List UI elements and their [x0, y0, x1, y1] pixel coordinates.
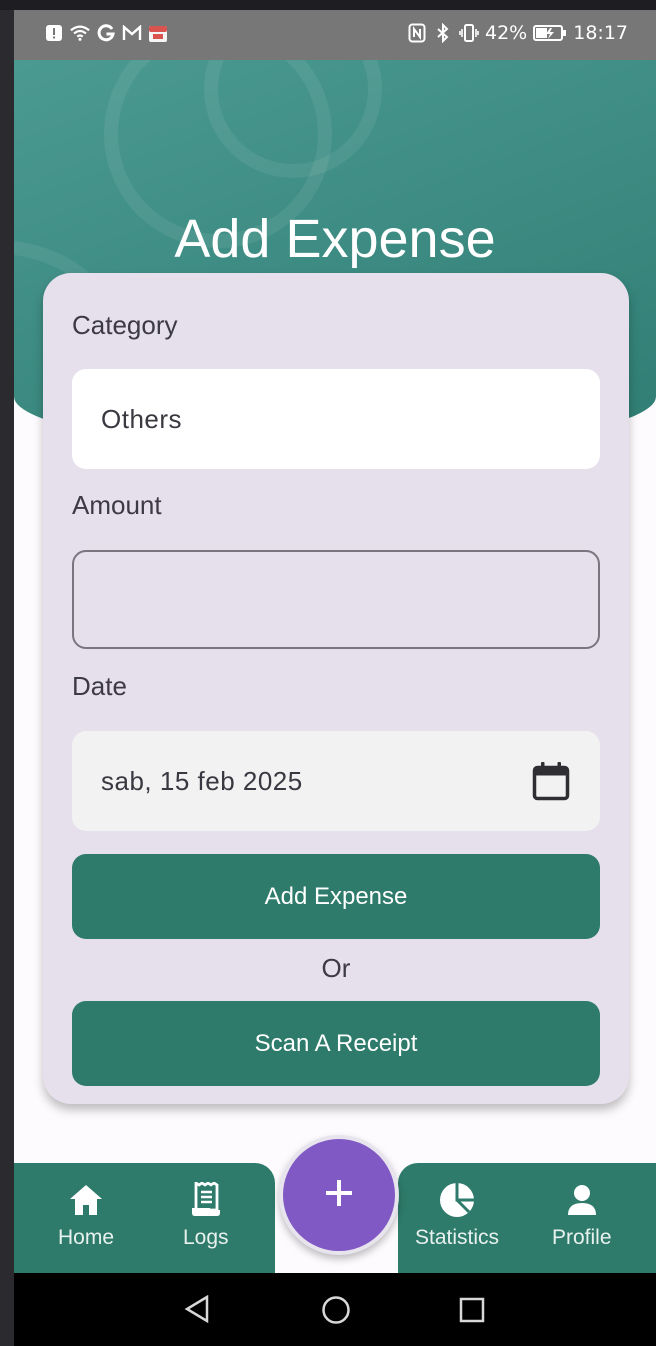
nav-profile-label: Profile: [552, 1226, 612, 1249]
battery-percent: 42%: [485, 22, 528, 44]
google-icon: [96, 22, 116, 44]
gmail-icon: [122, 22, 142, 44]
nav-statistics-label: Statistics: [415, 1226, 500, 1249]
date-value: sab, 15 feb 2025: [101, 765, 303, 796]
receipt-icon: [190, 1180, 222, 1220]
amount-label: Amount: [72, 490, 162, 520]
back-icon[interactable]: [184, 1294, 210, 1327]
battery-icon: [533, 22, 567, 44]
status-icons-right: 42% 18:17: [407, 22, 628, 44]
app-screen: 42% 18:17 Add Expense Category Others Am…: [14, 10, 656, 1346]
status-icons-left: [44, 22, 168, 44]
category-dropdown[interactable]: Others: [72, 369, 600, 469]
system-navigation-bar: [14, 1273, 656, 1346]
nav-statistics[interactable]: Statistics: [415, 1180, 499, 1250]
calendar-app-icon: [148, 22, 168, 44]
nav-home[interactable]: Home: [58, 1180, 114, 1250]
wifi-icon: [70, 22, 90, 44]
expense-form-card: Category Others Amount Date sab, 15 feb …: [43, 273, 629, 1104]
status-bar: 42% 18:17: [14, 10, 656, 60]
nav-profile[interactable]: Profile: [552, 1180, 612, 1250]
category-label: Category: [72, 310, 178, 340]
add-fab-button[interactable]: [279, 1135, 399, 1255]
category-value: Others: [101, 403, 183, 434]
pie-chart-icon: [439, 1180, 475, 1220]
person-icon: [567, 1180, 597, 1220]
home-icon: [69, 1180, 103, 1220]
home-circle-icon[interactable]: [321, 1295, 351, 1329]
page-title: Add Expense: [174, 209, 496, 269]
calendar-icon[interactable]: [532, 761, 570, 808]
amount-input[interactable]: [72, 550, 600, 649]
date-label: Date: [72, 671, 127, 701]
add-expense-button[interactable]: Add Expense: [72, 854, 600, 939]
vibrate-icon: [459, 22, 479, 44]
scan-receipt-button[interactable]: Scan A Receipt: [72, 1001, 600, 1086]
date-picker-field[interactable]: sab, 15 feb 2025: [72, 731, 600, 831]
or-separator: Or: [321, 953, 351, 983]
recents-icon[interactable]: [459, 1297, 485, 1327]
clock: 18:17: [573, 22, 628, 44]
nav-logs-label: Logs: [183, 1226, 229, 1249]
plus-icon: [325, 1179, 353, 1211]
bottom-nav-left: [14, 1163, 275, 1273]
nav-home-label: Home: [58, 1226, 115, 1249]
nav-logs[interactable]: Logs: [183, 1180, 229, 1250]
nfc-icon: [407, 22, 427, 44]
bluetooth-icon: [433, 22, 453, 44]
window-top-strip: [0, 0, 656, 10]
alert-icon: [44, 22, 64, 44]
